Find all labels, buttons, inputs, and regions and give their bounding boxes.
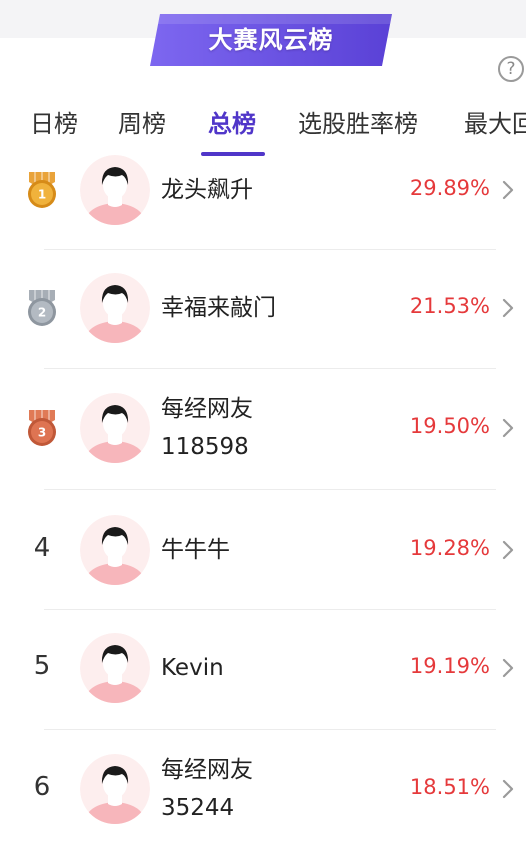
chevron-right-icon[interactable]	[500, 417, 516, 439]
silver-medal-icon: 2	[24, 288, 60, 328]
row-divider	[44, 489, 496, 490]
ranking-row[interactable]: 2 幸福来敲门 21.53%	[0, 249, 526, 367]
avatar	[80, 515, 150, 585]
username: 幸福来敲门	[161, 295, 276, 321]
username: 35244	[161, 795, 235, 821]
ranking-list: 1 龙头飙升 29.89% 2 幸福来敲门 21.53% 3 每经网友 118598 19.50%…	[0, 0, 526, 839]
avatar	[80, 273, 150, 343]
rank-number: 5	[33, 651, 51, 681]
username: 118598	[161, 434, 249, 460]
username: 每经网友	[161, 396, 253, 422]
username: 每经网友	[161, 757, 253, 783]
chevron-right-icon[interactable]	[500, 297, 516, 319]
return-percent: 19.50%	[409, 414, 490, 438]
rank-number: 4	[33, 533, 51, 563]
chevron-right-icon[interactable]	[500, 539, 516, 561]
username: 牛牛牛	[161, 537, 230, 563]
bronze-medal-icon: 3	[24, 408, 60, 448]
ranking-row[interactable]: 3 每经网友 118598 19.50%	[0, 369, 526, 487]
username: 龙头飙升	[161, 177, 253, 203]
chevron-right-icon[interactable]	[500, 179, 516, 201]
rank-number: 6	[33, 772, 51, 802]
ranking-row[interactable]: 5 Kevin 19.19%	[0, 609, 526, 727]
svg-text:2: 2	[38, 306, 46, 320]
return-percent: 21.53%	[409, 294, 490, 318]
svg-text:1: 1	[38, 188, 46, 202]
ranking-row[interactable]: 4 牛牛牛 19.28%	[0, 491, 526, 609]
avatar	[80, 155, 150, 225]
ranking-row[interactable]: 1 龙头飙升 29.89%	[0, 131, 526, 249]
return-percent: 18.51%	[409, 775, 490, 799]
return-percent: 19.28%	[409, 536, 490, 560]
chevron-right-icon[interactable]	[500, 778, 516, 800]
svg-text:3: 3	[38, 426, 46, 440]
return-percent: 19.19%	[409, 654, 490, 678]
chevron-right-icon[interactable]	[500, 657, 516, 679]
avatar	[80, 393, 150, 463]
gold-medal-icon: 1	[24, 170, 60, 210]
ranking-row[interactable]: 6 每经网友 35244 18.51%	[0, 730, 526, 848]
avatar	[80, 633, 150, 703]
avatar	[80, 754, 150, 824]
username: Kevin	[161, 655, 224, 681]
return-percent: 29.89%	[409, 176, 490, 200]
